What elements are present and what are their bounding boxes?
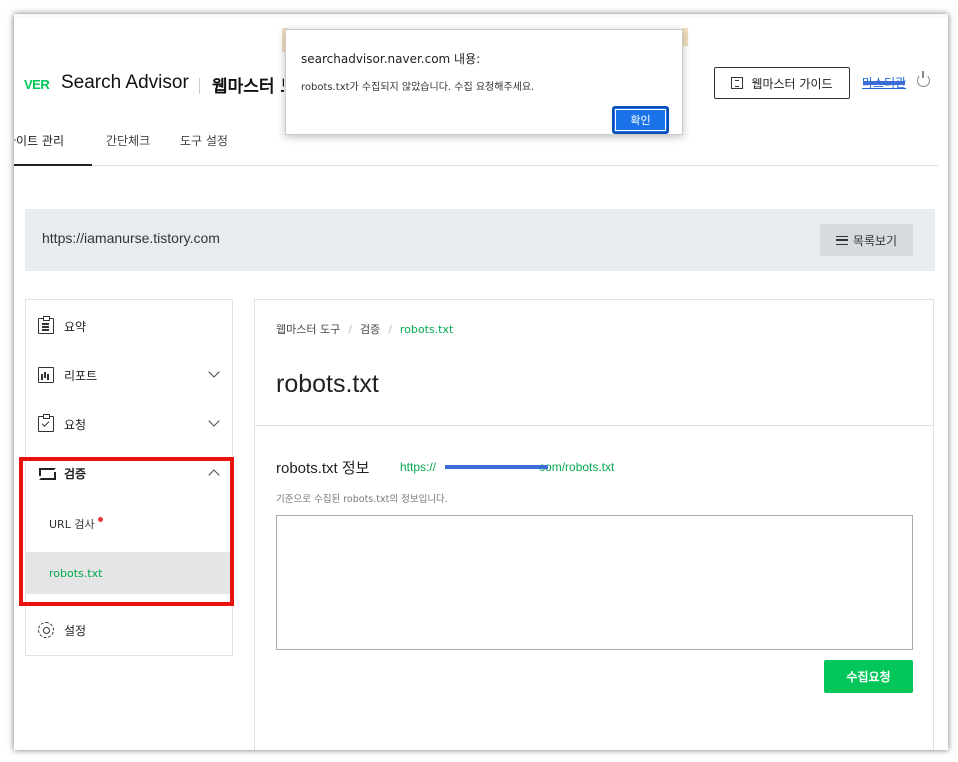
breadcrumb-item[interactable]: 웹마스터 도구 (276, 323, 340, 336)
redaction-mark (445, 465, 548, 469)
report-icon (38, 367, 54, 383)
list-button-label: 목록보기 (852, 233, 898, 248)
site-url: https://iamanurse.tistory.com (42, 230, 220, 246)
url-suffix: com/robots.txt (539, 460, 615, 474)
power-icon[interactable] (917, 71, 930, 87)
tab-site-management[interactable]: 사이트 관리 (14, 132, 64, 149)
request-icon (38, 414, 54, 432)
webmaster-guide-button[interactable]: 웹마스터 가이드 (714, 67, 850, 99)
chevron-down-icon (208, 415, 220, 427)
robots-content-box[interactable] (276, 515, 913, 650)
collect-request-button[interactable]: 수집요청 (824, 660, 913, 693)
tab-clip: 사이트 관리 (14, 124, 92, 154)
redaction-mark (863, 81, 905, 85)
gear-icon (38, 622, 54, 638)
url-prefix: https:// (400, 460, 437, 474)
dialog-title: searchadvisor.naver.com 내용: (301, 52, 481, 66)
chevron-down-icon (208, 366, 220, 378)
dialog-ok-button[interactable]: 확인 (612, 106, 669, 134)
section-title: robots.txt 정보 (276, 460, 370, 477)
section-description: 기준으로 수집된 robots.txt의 정보입니다. (276, 494, 448, 505)
red-highlight-box (19, 457, 234, 606)
list-view-button[interactable]: 목록보기 (820, 224, 913, 256)
guide-button-label: 웹마스터 가이드 (751, 76, 833, 91)
breadcrumb: 웹마스터 도구 / 검증 / robots.txt (276, 323, 454, 336)
list-icon (835, 235, 848, 245)
tab-tool-settings[interactable]: 도구 설정 (180, 132, 228, 149)
dialog-message: robots.txt가 수집되지 않았습니다. 수집 요청해주세요. (301, 82, 535, 93)
sidebar-item-label: 요청 (64, 417, 87, 432)
browser-window: VER Search Advisor 웹마스터 도 웹마스터 가이드 마스터관 … (14, 14, 948, 750)
sidebar-item-label: 설정 (64, 623, 87, 638)
sidebar-item-label: 리포트 (64, 368, 98, 383)
sidebar-item-report[interactable]: 리포트 (26, 351, 232, 399)
main-panel: 웹마스터 도구 / 검증 / robots.txt robots.txt robots.… (254, 299, 934, 750)
breadcrumb-item[interactable]: 검증 (360, 323, 380, 336)
summary-icon (38, 316, 54, 334)
sidebar-item-settings[interactable]: 설정 (26, 606, 232, 654)
app-title[interactable]: Search Advisor (61, 72, 189, 94)
sidebar-item-label: 요약 (64, 319, 87, 334)
sidebar-item-summary[interactable]: 요약 (26, 302, 232, 350)
active-tab-indicator (14, 164, 92, 166)
naver-logo[interactable]: VER (24, 77, 50, 92)
header-divider (199, 78, 200, 94)
app-subtitle: 웹마스터 도 (212, 77, 284, 97)
site-url-bar: https://iamanurse.tistory.com 목록보기 (25, 209, 935, 271)
book-icon (731, 77, 744, 89)
breadcrumb-current: robots.txt (399, 323, 454, 336)
alert-dialog: searchadvisor.naver.com 내용: robots.txt가 … (285, 29, 683, 135)
page-title: robots.txt (276, 370, 379, 398)
top-strip (14, 14, 948, 18)
sidebar-item-request[interactable]: 요청 (26, 400, 232, 448)
section-divider (255, 425, 933, 426)
tab-quick-check[interactable]: 간단체크 (106, 132, 150, 149)
